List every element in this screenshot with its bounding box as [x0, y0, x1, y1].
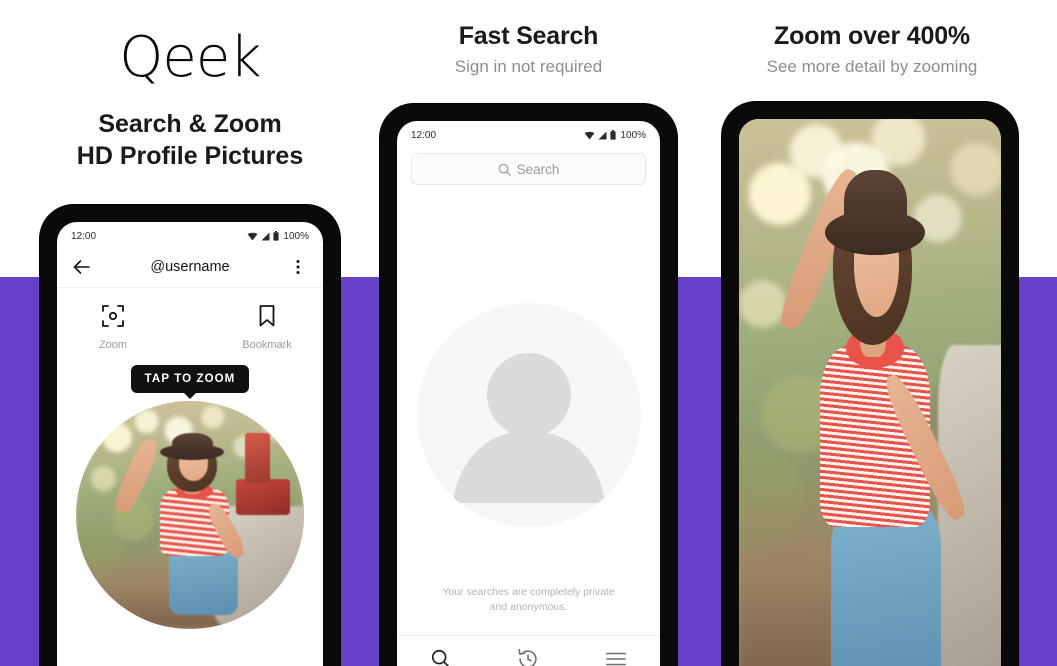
- battery-icon: [273, 231, 280, 241]
- phone1-status-bar: 12:00 100%: [57, 226, 323, 246]
- status-battery-percent: 100%: [620, 129, 646, 141]
- search-icon: [431, 649, 449, 666]
- battery-icon: [610, 130, 617, 140]
- arrow-left-icon[interactable]: [71, 256, 93, 278]
- bookmark-action-button[interactable]: Bookmark: [237, 304, 297, 351]
- zoom-frame-icon: [101, 304, 125, 333]
- history-icon: [518, 648, 538, 666]
- brand-block: Qeek Search & Zoom HD Profile Pictures: [0, 30, 380, 172]
- phone1-screen: 12:00 100% @username Zoom Bookmark TAP T…: [57, 222, 323, 666]
- phone2-status-bar: 12:00 100%: [397, 125, 660, 145]
- privacy-note-line2: and anonymous.: [489, 600, 568, 613]
- search-input[interactable]: Search: [411, 153, 646, 185]
- signal-icon: [598, 131, 607, 139]
- tooltip-arrow: [183, 392, 197, 399]
- privacy-note-line1: Your searches are completely private: [442, 585, 615, 598]
- zoomed-photo-image[interactable]: [739, 119, 1001, 666]
- brand-tagline-line2: HD Profile Pictures: [76, 142, 304, 170]
- bookmark-icon: [257, 304, 277, 333]
- profile-photo-circle[interactable]: [76, 401, 304, 629]
- phone-mockup-search: 12:00 100% Search Your searches are comp…: [380, 104, 677, 666]
- panel3-title: Zoom over 400%: [774, 22, 970, 50]
- status-battery-percent: 100%: [283, 230, 309, 242]
- panel3-subtitle: See more detail by zooming: [766, 56, 978, 76]
- phone1-action-row: Zoom Bookmark: [57, 288, 323, 351]
- signal-icon: [261, 232, 270, 240]
- panel-heading-zoom: Zoom over 400% See more detail by zoomin…: [722, 22, 1022, 77]
- more-vertical-icon[interactable]: [287, 256, 309, 278]
- nav-menu[interactable]: [605, 650, 627, 666]
- zoom-action-label: Zoom: [98, 339, 128, 351]
- nav-history[interactable]: [517, 648, 539, 666]
- phone-mockup-profile: 12:00 100% @username Zoom Bookmark TAP T…: [40, 205, 340, 666]
- bookmark-action-label: Bookmark: [242, 339, 292, 351]
- brand-tagline-line1: Search & Zoom: [98, 110, 282, 138]
- brand-tagline: Search & Zoom HD Profile Pictures: [0, 108, 380, 172]
- person-placeholder-icon: [416, 303, 641, 527]
- zoom-action-button[interactable]: Zoom: [83, 304, 143, 351]
- status-indicators: 100%: [584, 130, 646, 141]
- profile-photo-image: [76, 401, 304, 629]
- panel2-title: Fast Search: [458, 22, 599, 50]
- phone3-screen: [739, 119, 1001, 666]
- wifi-icon: [247, 232, 258, 240]
- tap-to-zoom-tooltip: TAP TO ZOOM: [130, 365, 250, 399]
- panel-heading-fast-search: Fast Search Sign in not required: [380, 22, 677, 77]
- panel2-subtitle: Sign in not required: [454, 56, 603, 76]
- search-icon: [498, 163, 511, 176]
- phone-mockup-zoomed-photo: [722, 102, 1018, 666]
- phone2-screen: 12:00 100% Search Your searches are comp…: [397, 121, 660, 666]
- nav-search[interactable]: [430, 648, 452, 666]
- phone2-bottom-nav: [397, 635, 660, 666]
- search-placeholder: Search: [516, 161, 560, 177]
- tap-to-zoom-label: TAP TO ZOOM: [130, 365, 250, 393]
- profile-username: @username: [150, 258, 230, 275]
- menu-icon: [606, 652, 627, 666]
- status-time: 12:00: [411, 129, 437, 141]
- privacy-note: Your searches are completely private and…: [397, 585, 660, 615]
- wifi-icon: [584, 131, 595, 139]
- promo-screenshot: Qeek Search & Zoom HD Profile Pictures F…: [0, 0, 1057, 666]
- status-time: 12:00: [71, 230, 97, 242]
- app-logo-wordmark: Qeek: [119, 25, 261, 90]
- phone1-app-bar: @username: [57, 246, 323, 288]
- status-indicators: 100%: [247, 231, 309, 242]
